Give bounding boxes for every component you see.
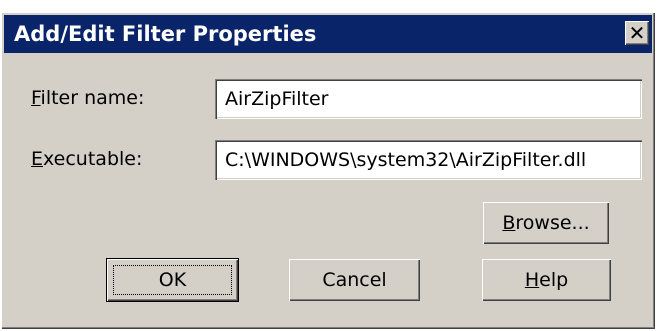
executable-input[interactable]: C:\WINDOWS\system32\AirZipFilter.dll [215, 140, 642, 180]
filter-properties-dialog: Add/Edit Filter Properties ✕ Filter name… [1, 12, 655, 329]
executable-label: Executable: [31, 148, 143, 170]
ok-button-label: OK [113, 265, 232, 295]
filter-name-label: Filter name: [31, 87, 145, 109]
browse-button[interactable]: Browse... [483, 202, 609, 244]
help-button[interactable]: Help [482, 259, 611, 301]
ok-button[interactable]: OK [107, 259, 238, 301]
close-icon: ✕ [628, 21, 646, 45]
close-button[interactable]: ✕ [625, 21, 649, 45]
filter-name-input[interactable]: AirZipFilter [215, 79, 642, 119]
title-bar[interactable]: Add/Edit Filter Properties ✕ [4, 15, 652, 53]
dialog-title: Add/Edit Filter Properties [14, 22, 317, 46]
cancel-button[interactable]: Cancel [289, 259, 420, 301]
